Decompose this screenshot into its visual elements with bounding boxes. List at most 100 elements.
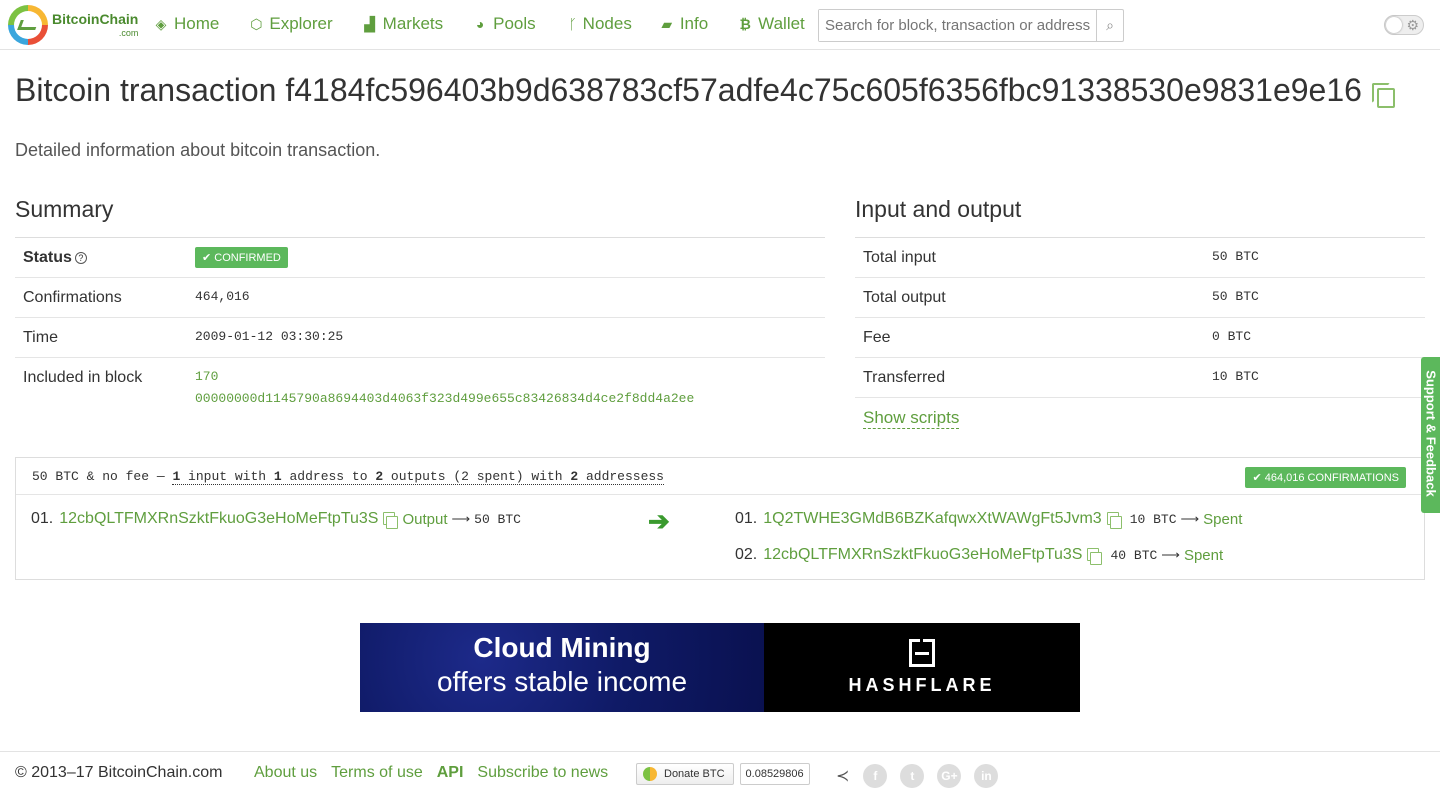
search-input[interactable] (819, 10, 1096, 41)
output-item: 02. 12cbQLTFMXRnSzktFkuoG3eHoMeFtpTu3S 4… (735, 546, 1224, 565)
io-row: Total output 50 BTC (855, 278, 1425, 318)
api-link[interactable]: API (437, 764, 464, 782)
ad-banner[interactable]: Cloud Mining offers stable income HASHFL… (360, 623, 1080, 712)
nav-info[interactable]: ▰ Info (660, 14, 708, 34)
input-address-link[interactable]: 12cbQLTFMXRnSzktFkuoG3eHoMeFtpTu3S (59, 510, 378, 528)
search-icon: ⌕ (1106, 17, 1114, 33)
output-item: 01. 1Q2TWHE3GMdB6BZKafqwxXtWAWgFt5Jvm3 1… (735, 510, 1243, 529)
banner-headline: Cloud Mining (473, 632, 651, 663)
nav-nodes[interactable]: ᚴ Nodes (566, 14, 631, 34)
banner-subline: offers stable income (436, 666, 688, 697)
nav-home[interactable]: ◈ Home (154, 14, 220, 34)
io-value: 50 BTC (1212, 249, 1259, 264)
chart-icon: ▟ (364, 15, 376, 32)
io-label: Fee (863, 329, 891, 346)
search-box: ⌕ (818, 9, 1124, 42)
cube-icon: ◈ (155, 15, 167, 32)
output-value: 10 BTC (1129, 511, 1177, 527)
nav-pools[interactable]: ◕ Pools (473, 14, 536, 34)
copy-icon[interactable] (1087, 547, 1103, 565)
share-icon[interactable]: ≺ (836, 766, 849, 786)
brand-domain: .com (118, 28, 139, 38)
linkedin-icon[interactable]: in (974, 764, 999, 788)
summary-row-status: Status? ✔ CONFIRMED (15, 238, 825, 278)
time-value: 2009-01-12 03:30:25 (195, 329, 344, 344)
book-icon: ▰ (661, 15, 673, 32)
copy-icon[interactable] (383, 511, 399, 529)
main-nav: ◈ Home ⬡ Explorer ▟ Markets ◕ Pools ᚴ Nodes ▰… (154, 14, 835, 34)
summary-heading: Summary (15, 196, 114, 222)
output-link[interactable]: Output (402, 511, 447, 528)
branch-icon: ᚴ (568, 16, 577, 32)
status-badge: ✔ CONFIRMED (195, 247, 288, 268)
io-row: Fee 0 BTC (855, 318, 1425, 358)
spent-link[interactable]: Spent (1184, 547, 1223, 564)
brand-name: BitcoinChain (52, 11, 139, 27)
nav-markets[interactable]: ▟ Markets (363, 14, 443, 34)
search-button[interactable]: ⌕ (1096, 10, 1123, 41)
theme-toggle[interactable]: ⚙ (1384, 15, 1424, 35)
gear-icon: ⚙ (1406, 17, 1419, 33)
transaction-header: 50 BTC & no fee — 1 input with 1 address… (16, 458, 1424, 495)
arrow-glyph: ⟶ (1180, 511, 1200, 526)
summary-row-confirmations: Confirmations 464,016 (15, 278, 825, 318)
output-address-link[interactable]: 12cbQLTFMXRnSzktFkuoG3eHoMeFtpTu3S (763, 546, 1082, 564)
io-row: Total input 50 BTC (855, 238, 1425, 278)
io-label: Total output (863, 289, 946, 306)
donate-amount: 0.08529806 (739, 763, 810, 785)
arrow-glyph: ⟶ (451, 511, 471, 526)
confirmations-badge: ✔ 464,016 CONFIRMATIONS (1245, 467, 1406, 488)
confirmations-value: 464,016 (195, 289, 250, 304)
block-hash-link[interactable]: 00000000d1145790a8694403d4063f323d499e65… (195, 388, 694, 410)
google-plus-icon[interactable]: G+ (937, 764, 962, 788)
right-arrow-icon: ➔ (648, 506, 670, 536)
facebook-icon[interactable]: f (863, 764, 888, 788)
io-table: Total input 50 BTC Total output 50 BTC F… (855, 237, 1425, 398)
time-label: Time (23, 329, 58, 346)
footer: © 2013–17 BitcoinChain.com About us Term… (0, 751, 1440, 792)
copy-icon[interactable] (1106, 511, 1122, 529)
brand-logo[interactable]: BitcoinChain .com (8, 5, 138, 45)
io-row: Transferred 10 BTC (855, 358, 1425, 398)
twitter-icon[interactable]: t (900, 764, 925, 788)
block-label: Included in block (23, 369, 143, 386)
help-icon[interactable]: ? (74, 252, 87, 264)
top-navbar: BitcoinChain .com ◈ Home ⬡ Explorer ▟ Marke… (0, 0, 1440, 50)
support-feedback-tab[interactable]: Support & Feedback (1421, 357, 1440, 513)
show-scripts-link[interactable]: Show scripts (863, 408, 960, 429)
nav-wallet[interactable]: ₿ Wallet (738, 14, 804, 34)
copyright: © 2013–17 BitcoinChain.com (15, 764, 223, 781)
page-title: Bitcoin transaction f4184fc596403b9d6387… (15, 72, 1395, 109)
io-value: 10 BTC (1212, 369, 1259, 384)
pie-icon: ◕ (475, 16, 485, 32)
io-value: 0 BTC (1212, 329, 1252, 344)
output-address-link[interactable]: 1Q2TWHE3GMdB6BZKafqwxXtWAWgFt5Jvm3 (763, 510, 1101, 528)
bitcoin-icon: ₿ (739, 16, 751, 32)
input-value: 50 BTC (474, 511, 521, 527)
nav-explorer[interactable]: ⬡ Explorer (249, 14, 332, 34)
explorer-icon: ⬡ (250, 15, 263, 32)
social-links: ≺ f t G+ in (836, 764, 1011, 788)
subscribe-link[interactable]: Subscribe to news (477, 764, 608, 782)
logo-icon (8, 5, 48, 45)
banner-brand: HASHFLARE (848, 675, 996, 695)
summary-row-time: Time 2009-01-12 03:30:25 (15, 318, 825, 358)
donate-button[interactable]: Donate BTC (636, 763, 734, 785)
io-value: 50 BTC (1212, 289, 1259, 304)
about-link[interactable]: About us (254, 764, 317, 782)
summary-table: Status? ✔ CONFIRMED Confirmations 464,01… (15, 237, 825, 420)
terms-link[interactable]: Terms of use (331, 764, 423, 782)
coin-icon (643, 767, 657, 781)
io-label: Total input (863, 249, 936, 266)
hashflare-logo-icon (909, 639, 935, 667)
copy-icon[interactable] (1371, 83, 1395, 108)
spent-link[interactable]: Spent (1203, 511, 1242, 528)
block-height-link[interactable]: 170 (195, 366, 694, 388)
io-heading: Input and output (855, 196, 1022, 222)
footer-links: About us Terms of use API Subscribe to n… (254, 764, 622, 782)
confirmations-label: Confirmations (23, 289, 122, 306)
arrow-glyph: ⟶ (1161, 547, 1180, 562)
output-value: 40 BTC (1110, 547, 1158, 563)
donate-widget: Donate BTC 0.08529806 (636, 763, 810, 785)
summary-row-block: Included in block 170 00000000d1145790a8… (15, 358, 825, 420)
